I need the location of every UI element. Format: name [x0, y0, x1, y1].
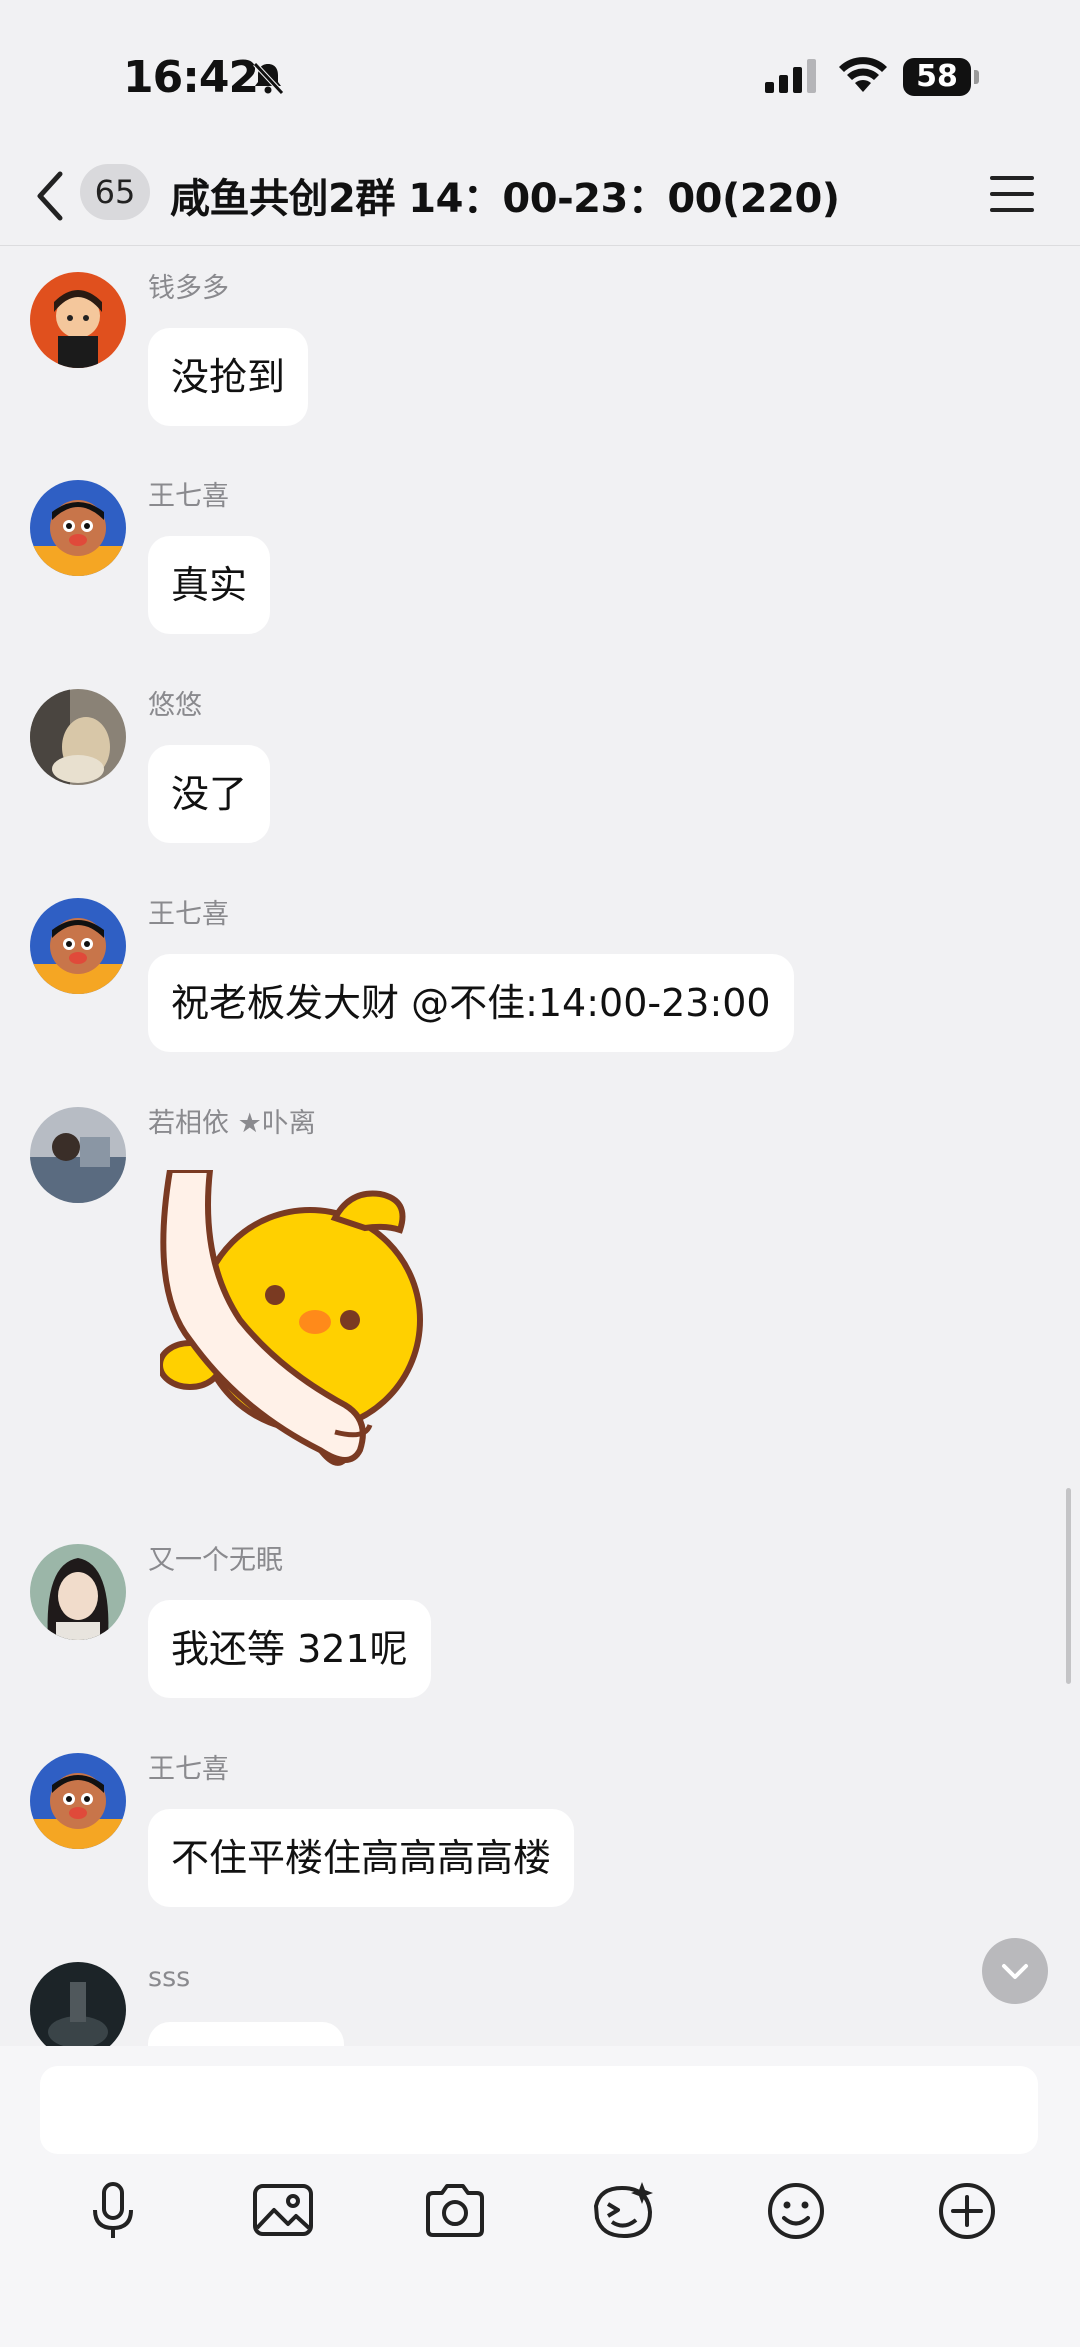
back-arrow-icon[interactable] [32, 168, 68, 224]
sticker-icon[interactable] [588, 2176, 658, 2246]
cellular-signal-icon [765, 59, 816, 93]
sender-name: 王七喜 [148, 481, 229, 512]
avatar-image [30, 1962, 126, 2046]
avatar-image [30, 1107, 126, 1203]
wifi-icon [839, 57, 887, 92]
avatar-image [30, 898, 126, 994]
status-bar: 16:42 58 [0, 0, 1080, 150]
avatar[interactable] [30, 1753, 126, 1849]
avatar-image [30, 480, 126, 576]
composer-bar [0, 2046, 1080, 2347]
chevron-down-icon [1002, 1964, 1028, 1979]
message-bubble[interactable]: 没抢到 [148, 328, 309, 426]
avatar-image [30, 689, 126, 785]
avatar[interactable] [30, 1544, 126, 1640]
chat-title: 咸鱼共创2群 14：00-23：00(220) [170, 176, 840, 222]
sender-name: 又一个无眠 [148, 1545, 283, 1576]
avatar[interactable] [30, 480, 126, 576]
avatar[interactable] [30, 1107, 126, 1203]
message-bubble[interactable]: 不住平楼住高高高高楼 [148, 1809, 575, 1907]
avatar-image [30, 272, 126, 368]
message-input[interactable] [40, 2066, 1038, 2154]
sender-name: 悠悠 [148, 690, 202, 721]
menu-icon[interactable] [988, 172, 1036, 216]
message-bubble[interactable]: 祝老板发大财 @不佳:14:00-23:00 [148, 954, 794, 1052]
avatar[interactable] [30, 689, 126, 785]
sender-name: 若相依 ★卟离 [148, 1108, 316, 1139]
sender-name: 钱多多 [148, 273, 229, 304]
battery-cap [974, 70, 979, 84]
message-bubble[interactable] [148, 2022, 344, 2046]
emoji-icon[interactable] [761, 2176, 831, 2246]
battery-level: 58 [903, 58, 971, 96]
plus-icon[interactable] [932, 2176, 1002, 2246]
unread-count-badge[interactable]: 65 [80, 164, 150, 220]
chat-header: 65 咸鱼共创2群 14：00-23：00(220) [0, 150, 1080, 246]
mute-bell-icon [253, 62, 284, 95]
status-time: 16:42 [123, 52, 259, 103]
message-bubble[interactable]: 我还等 321呢 [148, 1600, 431, 1698]
microphone-icon[interactable] [78, 2176, 148, 2246]
sender-name: sss [148, 1962, 191, 1993]
camera-icon[interactable] [420, 2176, 490, 2246]
avatar[interactable] [30, 898, 126, 994]
scroll-to-bottom-button[interactable] [982, 1938, 1048, 2004]
scrollbar-thumb[interactable] [1066, 1488, 1071, 1684]
image-icon[interactable] [248, 2176, 318, 2246]
sender-name: 王七喜 [148, 899, 229, 930]
avatar-image [30, 1753, 126, 1849]
avatar[interactable] [30, 1962, 126, 2046]
chick-sticker-image[interactable] [160, 1170, 460, 1490]
message-item: sss [0, 1962, 1080, 2046]
avatar[interactable] [30, 272, 126, 368]
sender-name: 王七喜 [148, 1754, 229, 1785]
message-bubble[interactable]: 没了 [148, 745, 271, 843]
message-bubble[interactable]: 真实 [148, 536, 271, 634]
avatar-image [30, 1544, 126, 1640]
